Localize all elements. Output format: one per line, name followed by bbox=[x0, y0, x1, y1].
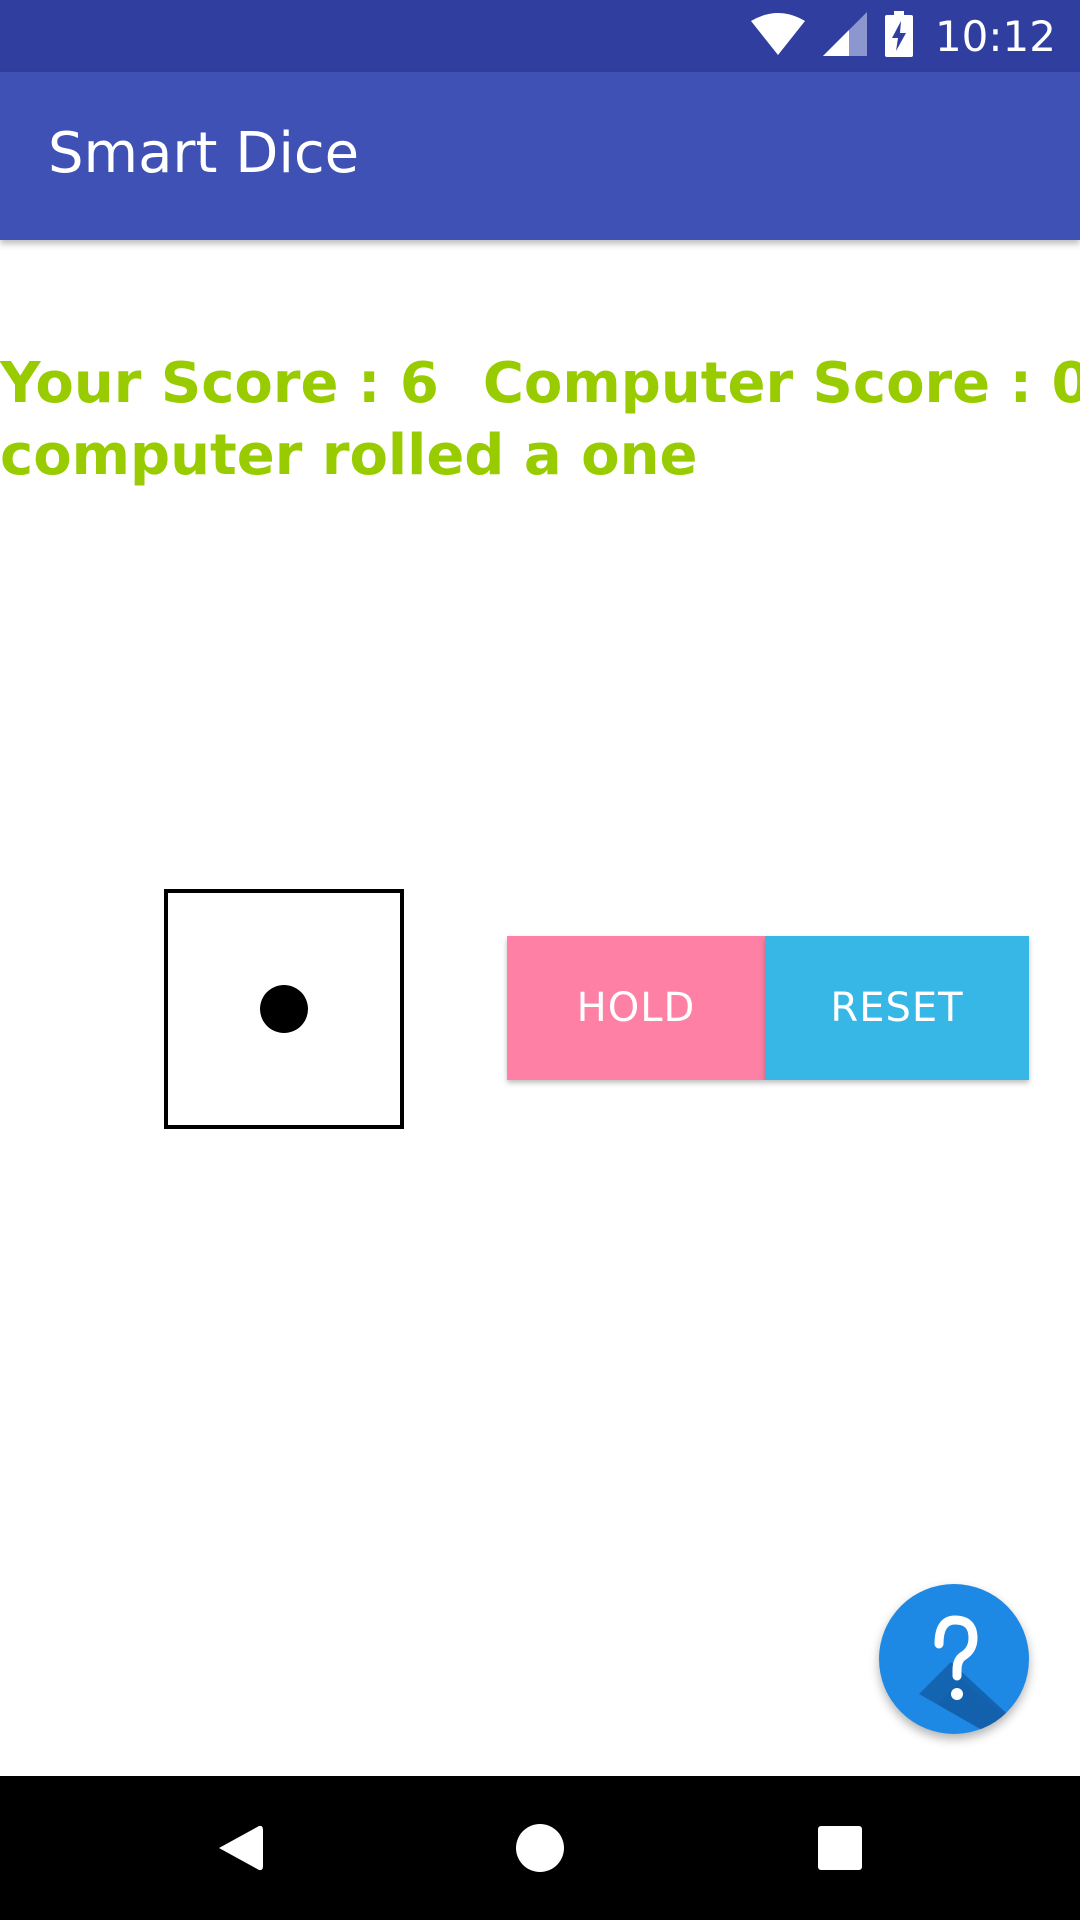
home-button[interactable] bbox=[460, 1776, 620, 1920]
smart-dice-screen: 10:12 Smart Dice Your Score : 6 Computer … bbox=[0, 0, 1080, 1920]
home-icon bbox=[516, 1824, 564, 1872]
app-title: Smart Dice bbox=[48, 121, 360, 186]
wifi-icon bbox=[750, 12, 805, 60]
battery-charging-icon bbox=[884, 10, 913, 62]
back-icon bbox=[219, 1825, 263, 1871]
back-button[interactable] bbox=[160, 1776, 320, 1920]
dice-pip bbox=[260, 985, 308, 1033]
navigation-bar bbox=[0, 1776, 1080, 1920]
cell-signal-icon bbox=[822, 11, 867, 61]
help-icon bbox=[919, 1615, 1029, 1734]
score-line: Your Score : 6 Computer Score : 0 bbox=[0, 348, 1080, 420]
your-score: Your Score : 6 bbox=[0, 351, 439, 416]
status-bar: 10:12 bbox=[0, 0, 1080, 72]
app-bar: Smart Dice bbox=[0, 72, 1080, 240]
status-message: computer rolled a one bbox=[0, 423, 698, 488]
recents-button[interactable] bbox=[760, 1776, 920, 1920]
score-text: Your Score : 6 Computer Score : 0 compute… bbox=[0, 348, 1080, 492]
status-icons: 10:12 bbox=[750, 0, 1056, 72]
status-time: 10:12 bbox=[934, 11, 1056, 61]
reset-button[interactable]: RESET bbox=[765, 936, 1029, 1080]
help-button[interactable] bbox=[879, 1584, 1029, 1734]
hold-button[interactable]: HOLD bbox=[507, 936, 765, 1080]
recents-icon bbox=[818, 1826, 862, 1870]
computer-score: Computer Score : 0 bbox=[482, 351, 1080, 416]
dice-button[interactable] bbox=[164, 889, 404, 1129]
